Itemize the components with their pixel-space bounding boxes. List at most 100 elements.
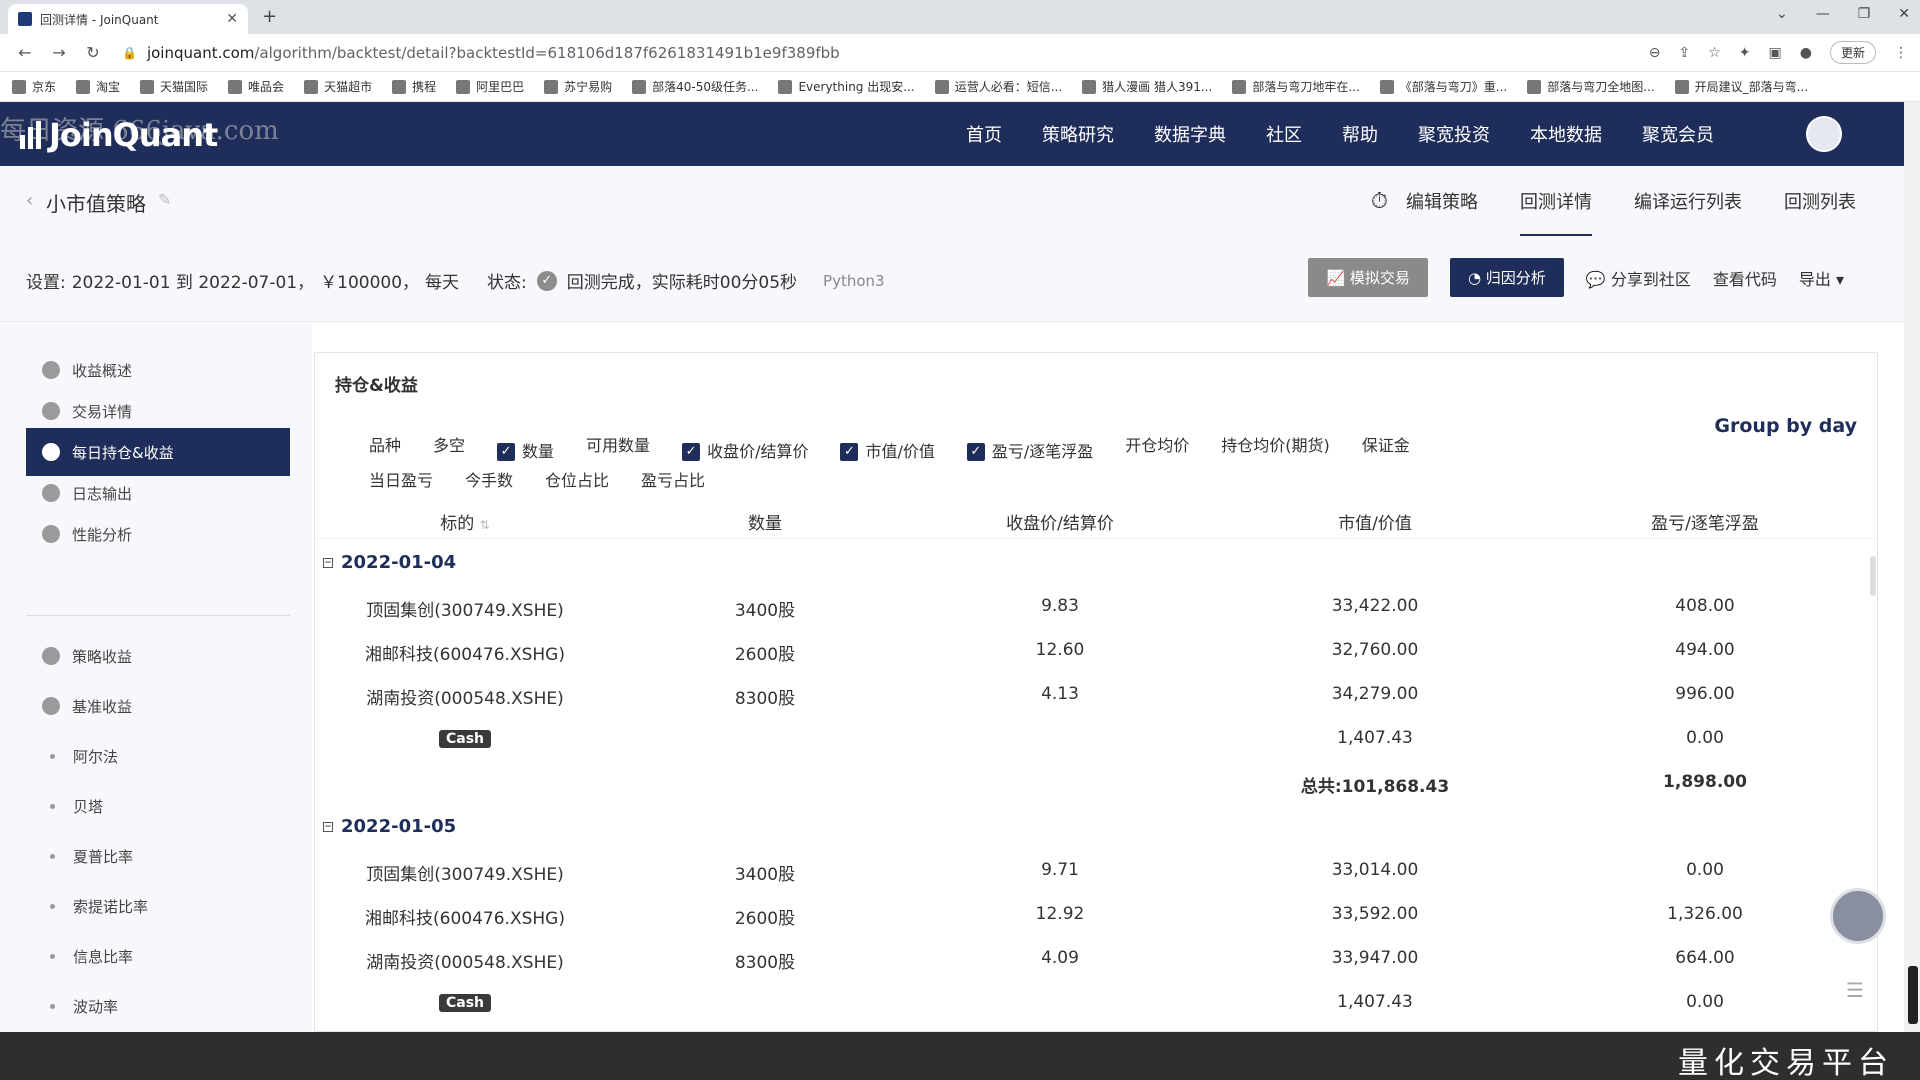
sidebar-metric-item[interactable]: 夏普比率: [26, 832, 290, 880]
page-scrollbar-thumb[interactable]: [1908, 966, 1918, 1024]
bookmark-item[interactable]: 猎人漫画 猎人391...: [1082, 78, 1212, 95]
filter-checkbox[interactable]: ✓ 盈亏/逐笔浮盈: [966, 437, 1093, 466]
bookmark-item[interactable]: 《部落与弯刀》重...: [1379, 78, 1507, 95]
filter-checkbox[interactable]: ✓ 数量: [497, 437, 554, 466]
group-by-day-toggle[interactable]: Group by day: [1714, 415, 1857, 437]
nav-item[interactable]: 社区: [1266, 121, 1302, 147]
joinquant-logo[interactable]: JoinQuant: [20, 116, 218, 154]
new-tab-icon[interactable]: +: [262, 6, 277, 27]
nav-item[interactable]: 策略研究: [1042, 121, 1114, 147]
avatar[interactable]: [1806, 116, 1842, 152]
bookmark-item[interactable]: 运营人必看：短信...: [934, 78, 1062, 95]
checkbox-checked-icon[interactable]: ✓: [840, 442, 859, 461]
browser-tab[interactable]: 回测详情 - JoinQuant ✕: [8, 4, 248, 34]
share-to-community-button[interactable]: 💬 分享到社区: [1586, 266, 1691, 290]
bookmark-item[interactable]: 部落与弯刀全地图...: [1527, 78, 1655, 95]
date-group-row[interactable]: −2022-01-04: [315, 541, 1877, 585]
nav-item[interactable]: 数据字典: [1154, 121, 1226, 147]
collapse-icon[interactable]: −: [323, 558, 333, 568]
minimize-icon[interactable]: —: [1816, 6, 1830, 22]
tab-edit-strategy[interactable]: 编辑策略: [1406, 188, 1478, 214]
extensions-icon[interactable]: ✦: [1739, 45, 1751, 61]
filter-checkbox[interactable]: 品种: [369, 431, 401, 460]
filter-checkbox[interactable]: 持仓均价(期货): [1221, 431, 1330, 460]
nav-item[interactable]: 首页: [966, 121, 1002, 147]
sidebar-item[interactable]: 基准收益: [26, 682, 290, 730]
menu-icon[interactable]: ⋮: [1894, 45, 1908, 61]
tab-compile-run-list[interactable]: 编译运行列表: [1634, 188, 1742, 214]
bookmark-item[interactable]: 淘宝: [76, 78, 120, 95]
view-code-button[interactable]: 查看代码: [1713, 266, 1777, 290]
sidebar-item[interactable]: 性能分析: [26, 510, 290, 558]
nav-item[interactable]: 帮助: [1342, 121, 1378, 147]
edit-name-icon[interactable]: ✎: [158, 190, 171, 209]
bookmark-item[interactable]: 苏宁易购: [544, 78, 612, 95]
url-field[interactable]: 🔒 joinquant.com /algorithm/backtest/deta…: [122, 44, 1649, 62]
filter-checkbox[interactable]: 今手数: [465, 466, 513, 495]
close-window-icon[interactable]: ✕: [1898, 6, 1910, 22]
bookmark-item[interactable]: 天猫国际: [140, 78, 208, 95]
lock-icon[interactable]: 🔒: [122, 46, 137, 60]
filter-checkbox[interactable]: 保证金: [1362, 431, 1410, 460]
nav-item[interactable]: 聚宽投资: [1418, 121, 1490, 147]
page-scrollbar[interactable]: [1904, 102, 1920, 1032]
tab-backtest-list[interactable]: 回测列表: [1784, 188, 1856, 214]
bookmark-item[interactable]: 开局建议_部落与弯...: [1674, 78, 1808, 95]
nav-item[interactable]: 本地数据: [1530, 121, 1602, 147]
sidebar-metric-item[interactable]: 索提诺比率: [26, 882, 290, 930]
checkbox-checked-icon[interactable]: ✓: [497, 442, 516, 461]
tab-search-icon[interactable]: ⌄: [1776, 6, 1788, 22]
collapse-icon[interactable]: −: [323, 822, 333, 832]
date-group-label[interactable]: −2022-01-05: [323, 816, 456, 837]
filter-checkbox[interactable]: 盈亏占比: [641, 466, 705, 495]
bookmark-item[interactable]: 唯品会: [228, 78, 284, 95]
list-icon[interactable]: ☰: [1846, 978, 1864, 1002]
sidebar-metric-item[interactable]: 阿尔法: [26, 732, 290, 780]
reload-icon[interactable]: ↻: [80, 43, 106, 62]
sidepanel-icon[interactable]: ▣: [1769, 45, 1782, 61]
sidebar-item[interactable]: 策略收益: [26, 632, 290, 680]
customer-service-icon[interactable]: [1830, 888, 1886, 944]
date-group-row[interactable]: −2022-01-05: [315, 805, 1877, 849]
bookmark-item[interactable]: 阿里巴巴: [456, 78, 524, 95]
simulate-trade-button[interactable]: 📈 模拟交易: [1308, 258, 1428, 297]
zoom-icon[interactable]: ⊖: [1649, 45, 1661, 61]
sidebar-metric-item[interactable]: 贝塔: [26, 782, 290, 830]
bookmark-item[interactable]: 携程: [392, 78, 436, 95]
restore-icon[interactable]: ❐: [1858, 6, 1871, 22]
filter-checkbox[interactable]: 仓位占比: [545, 466, 609, 495]
forward-icon[interactable]: →: [46, 43, 72, 62]
filter-label: 多空: [433, 436, 466, 455]
bookmark-star-icon[interactable]: ☆: [1708, 45, 1721, 61]
panel-scrollbar[interactable]: [1870, 556, 1876, 596]
bookmark-item[interactable]: 京东: [12, 78, 56, 95]
sidebar-metric-item[interactable]: 波动率: [26, 982, 290, 1030]
share-icon[interactable]: ⇪: [1679, 45, 1691, 61]
back-chevron-icon[interactable]: ‹: [26, 190, 33, 211]
filter-checkbox[interactable]: 多空: [433, 431, 465, 460]
tab-backtest-detail[interactable]: 回测详情: [1520, 188, 1592, 238]
nav-item[interactable]: 聚宽会员: [1642, 121, 1714, 147]
checkbox-checked-icon[interactable]: ✓: [966, 442, 985, 461]
sort-icon[interactable]: ⇅: [480, 518, 490, 532]
update-button[interactable]: 更新: [1829, 41, 1876, 64]
cash-row: Cash 1,407.43 0.00: [315, 717, 1877, 761]
checkbox-checked-icon[interactable]: ✓: [682, 442, 701, 461]
close-tab-icon[interactable]: ✕: [226, 11, 238, 27]
sidebar-metric-item[interactable]: 信息比率: [26, 932, 290, 980]
filter-checkbox[interactable]: 当日盈亏: [369, 466, 433, 495]
filter-checkbox[interactable]: ✓ 收盘价/结算价: [682, 437, 808, 466]
filter-checkbox[interactable]: 开仓均价: [1125, 431, 1189, 460]
bookmark-item[interactable]: Everything 出现安...: [778, 78, 915, 95]
bookmark-item[interactable]: 部落40-50级任务...: [632, 78, 758, 95]
bookmark-item[interactable]: 部落与弯刀地牢在...: [1232, 78, 1360, 95]
date-group-label[interactable]: −2022-01-04: [323, 552, 456, 573]
export-dropdown[interactable]: 导出 ▾: [1799, 266, 1844, 290]
filter-checkbox[interactable]: ✓ 市值/价值: [840, 437, 935, 466]
back-icon[interactable]: ←: [12, 43, 38, 62]
attribution-analysis-button[interactable]: ◔ 归因分析: [1449, 258, 1564, 297]
filter-checkbox[interactable]: 可用数量: [586, 431, 650, 460]
bookmark-item[interactable]: 天猫超市: [304, 78, 372, 95]
profile-icon[interactable]: ●: [1800, 45, 1812, 61]
col-header-symbol[interactable]: 标的 ⇅: [315, 509, 615, 534]
